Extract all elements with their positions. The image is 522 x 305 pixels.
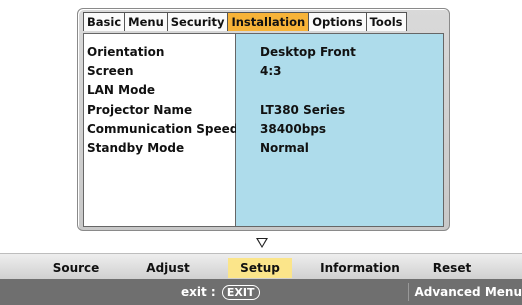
- exit-hint: exit : EXIT: [181, 283, 260, 301]
- settings-content: Orientation Screen LAN Mode Projector Na…: [83, 33, 444, 227]
- status-bar: exit : EXIT Advanced Menu: [0, 279, 522, 305]
- settings-panel: Basic Menu Security Installation Options…: [77, 8, 450, 231]
- advanced-menu-label[interactable]: Advanced Menu: [408, 283, 522, 301]
- menu-item-adjust[interactable]: Adjust: [140, 258, 196, 278]
- exit-prefix: exit :: [181, 285, 216, 299]
- menu-item-source[interactable]: Source: [48, 258, 104, 278]
- tab-basic[interactable]: Basic: [83, 12, 126, 31]
- setting-value-communication-speed[interactable]: 38400bps: [260, 120, 326, 139]
- exit-key-icon[interactable]: EXIT: [221, 285, 260, 300]
- setting-value-screen[interactable]: 4:3: [260, 62, 282, 81]
- tab-bar: Basic Menu Security Installation Options…: [83, 12, 407, 32]
- setting-label-communication-speed[interactable]: Communication Speed: [87, 120, 238, 139]
- setting-label-standby-mode[interactable]: Standby Mode: [87, 139, 184, 158]
- setting-value-orientation[interactable]: Desktop Front: [260, 43, 356, 62]
- scroll-down-arrow-icon[interactable]: [256, 238, 268, 248]
- setting-label-screen[interactable]: Screen: [87, 62, 134, 81]
- tab-tools[interactable]: Tools: [365, 12, 407, 31]
- setting-value-standby-mode[interactable]: Normal: [260, 139, 309, 158]
- main-menu-bar: Source Adjust Setup Information Reset: [0, 253, 522, 280]
- setting-label-orientation[interactable]: Orientation: [87, 43, 164, 62]
- settings-values-column: Desktop Front 4:3 LT380 Series 38400bps …: [236, 34, 443, 226]
- setting-label-lan-mode[interactable]: LAN Mode: [87, 81, 155, 100]
- setting-value-projector-name[interactable]: LT380 Series: [260, 101, 345, 120]
- menu-item-reset[interactable]: Reset: [424, 258, 480, 278]
- menu-item-setup[interactable]: Setup: [228, 258, 292, 278]
- tab-options[interactable]: Options: [308, 12, 367, 31]
- tab-security[interactable]: Security: [166, 12, 229, 31]
- setting-label-projector-name[interactable]: Projector Name: [87, 101, 192, 120]
- settings-labels-column: Orientation Screen LAN Mode Projector Na…: [84, 34, 238, 226]
- tab-installation[interactable]: Installation: [227, 12, 310, 31]
- tab-menu[interactable]: Menu: [124, 12, 168, 31]
- menu-item-information[interactable]: Information: [316, 258, 404, 278]
